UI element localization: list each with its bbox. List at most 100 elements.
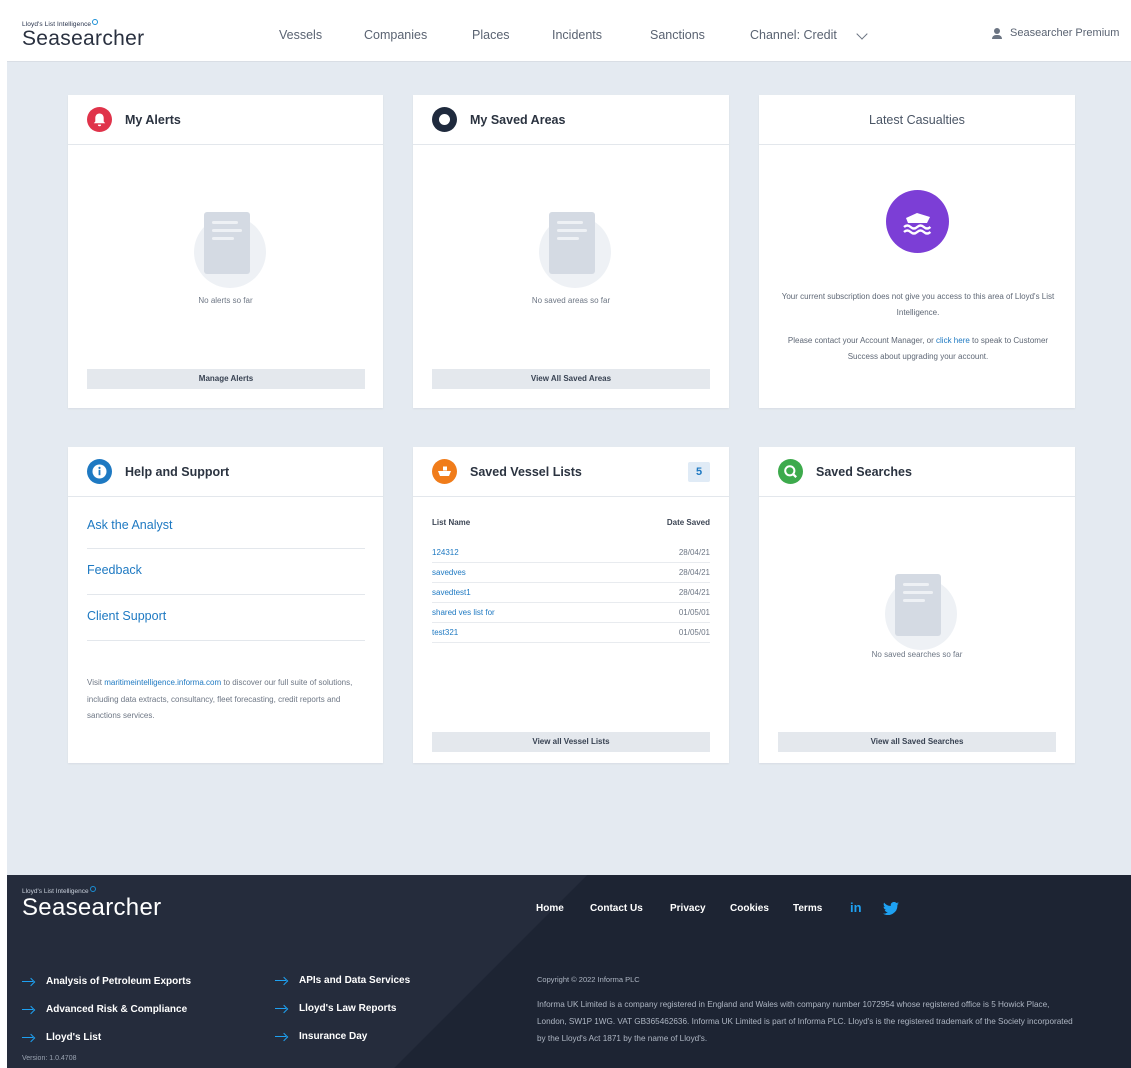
- card-title: My Saved Areas: [470, 112, 566, 127]
- footer-link-lloyds-list[interactable]: Lloyd's List: [22, 1032, 101, 1043]
- saved-vessel-lists-card: Saved Vessel Lists 5 List Name Date Save…: [413, 447, 729, 763]
- footer-link-petroleum-exports[interactable]: Analysis of Petroleum Exports: [22, 976, 191, 987]
- list-name-link[interactable]: savedtest1: [432, 588, 471, 597]
- card-title: Latest Casualties: [869, 112, 965, 127]
- divider: [87, 548, 365, 549]
- circle-area-icon: [432, 107, 457, 132]
- subscription-message: Your current subscription does not give …: [781, 292, 1055, 317]
- my-saved-areas-card: My Saved Areas No saved areas so far Vie…: [413, 95, 729, 408]
- divider: [87, 640, 365, 641]
- table-row[interactable]: 124312 28/04/21: [432, 543, 710, 563]
- arrow-right-icon: [275, 1033, 288, 1041]
- maritime-intelligence-link[interactable]: maritimeintelligence.informa.com: [104, 678, 221, 687]
- empty-document-icon: [186, 212, 266, 292]
- footer-nav-cookies[interactable]: Cookies: [730, 903, 769, 914]
- footer-link-risk-compliance[interactable]: Advanced Risk & Compliance: [22, 1004, 187, 1015]
- arrow-right-icon: [22, 1034, 35, 1042]
- user-menu[interactable]: Seasearcher Premium: [992, 27, 1119, 39]
- search-icon: [778, 459, 803, 484]
- version-text: Version: 1.0.4708: [22, 1055, 77, 1062]
- table-row[interactable]: savedtest1 28/04/21: [432, 583, 710, 603]
- ask-the-analyst-link[interactable]: Ask the Analyst: [87, 518, 172, 532]
- help-and-support-header: Help and Support: [68, 447, 383, 497]
- list-name-link[interactable]: shared ves list for: [432, 608, 495, 617]
- my-saved-areas-header: My Saved Areas: [413, 95, 729, 145]
- help-note: Visit maritimeintelligence.informa.com t…: [87, 678, 353, 720]
- list-name-link[interactable]: 124312: [432, 548, 459, 557]
- list-name-link[interactable]: test321: [432, 628, 458, 637]
- empty-document-icon: [877, 574, 957, 654]
- view-all-saved-areas-button[interactable]: View All Saved Areas: [432, 369, 710, 389]
- table-row[interactable]: test321 01/05/01: [432, 623, 710, 643]
- latest-casualties-header: Latest Casualties: [759, 95, 1075, 145]
- help-and-support-card: Help and Support Ask the Analyst Feedbac…: [68, 447, 383, 763]
- site-footer: Lloyd's List Intelligence Seasearcher Ho…: [7, 875, 1131, 1068]
- saved-searches-card: Saved Searches No saved searches so far …: [759, 447, 1075, 763]
- column-header-date-saved: Date Saved: [666, 518, 710, 527]
- ship-icon: [432, 459, 457, 484]
- empty-state-text: No saved areas so far: [531, 296, 611, 305]
- footer-nav-home[interactable]: Home: [536, 903, 564, 914]
- contact-message: Please contact your Account Manager, or …: [787, 336, 1049, 361]
- user-name: Seasearcher Premium: [1010, 27, 1120, 39]
- brand-name: Seasearcher: [22, 894, 162, 921]
- latest-casualties-card: Latest Casualties Your current subscript…: [759, 95, 1075, 408]
- feedback-link[interactable]: Feedback: [87, 563, 142, 577]
- footer-nav-terms[interactable]: Terms: [793, 903, 822, 914]
- logo-mark-icon: [92, 19, 99, 25]
- client-support-link[interactable]: Client Support: [87, 609, 166, 623]
- table-row[interactable]: savedves 28/04/21: [432, 563, 710, 583]
- saved-vessel-lists-header: Saved Vessel Lists 5: [413, 447, 729, 497]
- chevron-down-icon[interactable]: [856, 28, 868, 40]
- my-alerts-header: My Alerts: [68, 95, 383, 145]
- footer-nav-privacy[interactable]: Privacy: [670, 903, 706, 914]
- top-navigation-bar: Lloyd's List Intelligence Seasearcher Ve…: [7, 10, 1131, 62]
- date-saved: 28/04/21: [678, 548, 710, 557]
- footer-nav-contact-us[interactable]: Contact Us: [590, 903, 643, 914]
- logo-mark-icon: [89, 886, 96, 892]
- vessel-list-count-badge: 5: [688, 462, 710, 482]
- nav-vessels[interactable]: Vessels: [279, 28, 322, 42]
- view-all-saved-searches-button[interactable]: View all Saved Searches: [778, 732, 1056, 752]
- bell-icon: [87, 107, 112, 132]
- card-title: Saved Vessel Lists: [470, 464, 582, 479]
- footer-link-apis-data[interactable]: APIs and Data Services: [275, 975, 410, 986]
- channel-selector[interactable]: Channel: Credit: [750, 28, 837, 42]
- footer-brand-logo[interactable]: Lloyd's List Intelligence Seasearcher: [22, 886, 161, 922]
- user-icon: [992, 27, 1002, 39]
- date-saved: 01/05/01: [678, 628, 710, 637]
- table-row[interactable]: shared ves list for 01/05/01: [432, 603, 710, 623]
- date-saved: 01/05/01: [678, 608, 710, 617]
- linkedin-icon[interactable]: in: [850, 900, 862, 915]
- nav-places[interactable]: Places: [472, 28, 510, 42]
- list-name-link[interactable]: savedves: [432, 568, 466, 577]
- nav-sanctions[interactable]: Sanctions: [650, 28, 705, 42]
- arrow-right-icon: [22, 1006, 35, 1014]
- arrow-right-icon: [22, 978, 35, 986]
- column-header-list-name: List Name: [432, 518, 471, 527]
- info-icon: [87, 459, 112, 484]
- view-all-vessel-lists-button[interactable]: View all Vessel Lists: [432, 732, 710, 752]
- brand-name: Seasearcher: [22, 27, 145, 50]
- empty-document-icon: [531, 212, 611, 292]
- footer-link-law-reports[interactable]: Lloyd's Law Reports: [275, 1003, 396, 1014]
- my-alerts-card: My Alerts No alerts so far Manage Alerts: [68, 95, 383, 408]
- date-saved: 28/04/21: [678, 588, 710, 597]
- card-title: My Alerts: [125, 112, 181, 127]
- copyright-text: Copyright © 2022 Informa PLC: [537, 975, 640, 984]
- twitter-icon[interactable]: [883, 901, 899, 918]
- card-title: Help and Support: [125, 464, 230, 479]
- date-saved: 28/04/21: [678, 568, 710, 577]
- nav-incidents[interactable]: Incidents: [552, 28, 602, 42]
- legal-text: Informa UK Limited is a company register…: [537, 1000, 1073, 1043]
- ship-casualty-icon: [886, 190, 949, 253]
- empty-state-text: No alerts so far: [198, 296, 253, 305]
- brand-logo[interactable]: Lloyd's List Intelligence Seasearcher: [22, 19, 144, 51]
- saved-searches-header: Saved Searches: [759, 447, 1075, 497]
- app-frame: Lloyd's List Intelligence Seasearcher Ve…: [7, 10, 1131, 1068]
- manage-alerts-button[interactable]: Manage Alerts: [87, 369, 365, 389]
- footer-link-insurance-day[interactable]: Insurance Day: [275, 1031, 367, 1042]
- empty-state-text: No saved searches so far: [871, 650, 963, 659]
- click-here-link[interactable]: click here: [936, 336, 970, 345]
- nav-companies[interactable]: Companies: [364, 28, 427, 42]
